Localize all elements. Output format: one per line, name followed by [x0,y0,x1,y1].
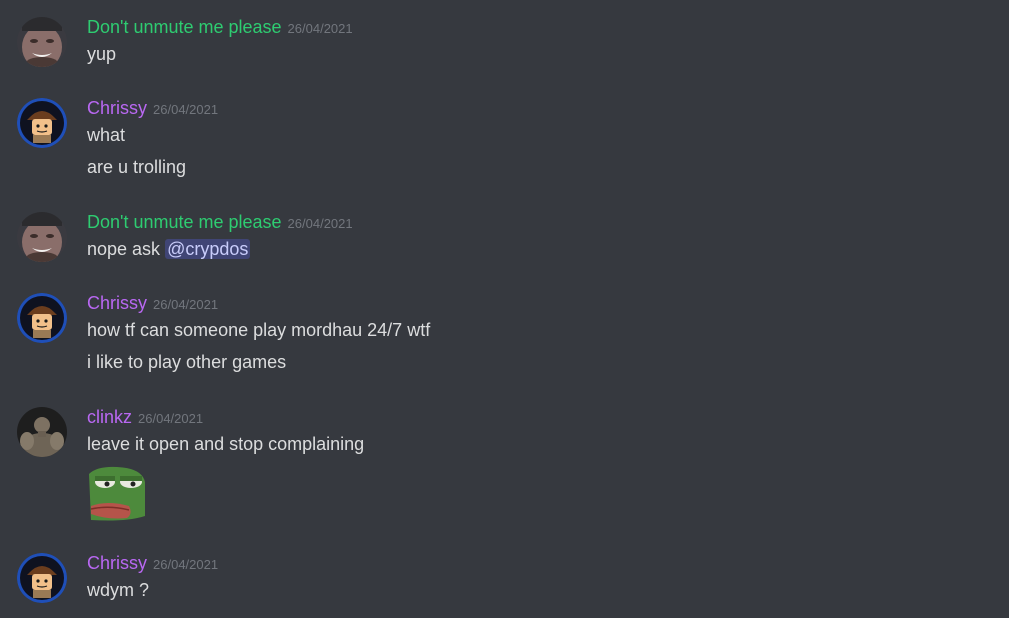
username[interactable]: Chrissy [87,293,147,313]
user-mention[interactable]: @crypdos [165,239,251,259]
chat-messages: Don't unmute me please 26/04/2021 yup Chr… [0,0,1009,618]
avatar[interactable] [17,212,67,262]
username[interactable]: clinkz [87,407,132,427]
message-header: Don't unmute me please 26/04/2021 [87,17,353,39]
username[interactable]: Don't unmute me please [87,17,282,37]
pepe-emoji[interactable] [87,464,147,524]
timestamp: 26/04/2021 [153,297,219,312]
timestamp: 26/04/2021 [153,557,219,572]
face-avatar-icon [17,212,67,262]
pepe-emoji-icon [89,466,145,521]
message-text: i like to play other games [87,352,287,372]
avatar[interactable] [17,407,67,457]
message-text: are u trolling [87,157,187,177]
timestamp: 26/04/2021 [138,411,204,426]
lego-avatar-icon [17,553,67,603]
face-avatar-icon [17,17,67,67]
message-text-prefix: nope ask [87,239,166,259]
username[interactable]: Chrissy [87,98,147,118]
message-header: Don't unmute me please 26/04/2021 [87,212,353,234]
message-header: Chrissy 26/04/2021 [87,553,218,575]
avatar[interactable] [17,293,67,343]
message-text: nope ask @crypdos [87,239,251,260]
username[interactable]: Don't unmute me please [87,212,282,232]
avatar[interactable] [17,98,67,148]
avatar[interactable] [17,17,67,67]
message-text: how tf can someone play mordhau 24/7 wtf [87,320,431,340]
message-header: clinkz 26/04/2021 [87,407,203,429]
message-header: Chrissy 26/04/2021 [87,293,218,315]
timestamp: 26/04/2021 [287,21,353,36]
message-text: what [87,125,126,145]
avatar[interactable] [17,553,67,603]
timestamp: 26/04/2021 [287,216,353,231]
username[interactable]: Chrissy [87,553,147,573]
lego-avatar-icon [17,293,67,343]
message-text: yup [87,44,117,64]
muscle-avatar-icon [17,407,67,457]
message-text: leave it open and stop complaining [87,434,365,454]
message-text: wdym ? [87,580,150,600]
message-header: Chrissy 26/04/2021 [87,98,218,120]
lego-avatar-icon [17,98,67,148]
timestamp: 26/04/2021 [153,102,219,117]
